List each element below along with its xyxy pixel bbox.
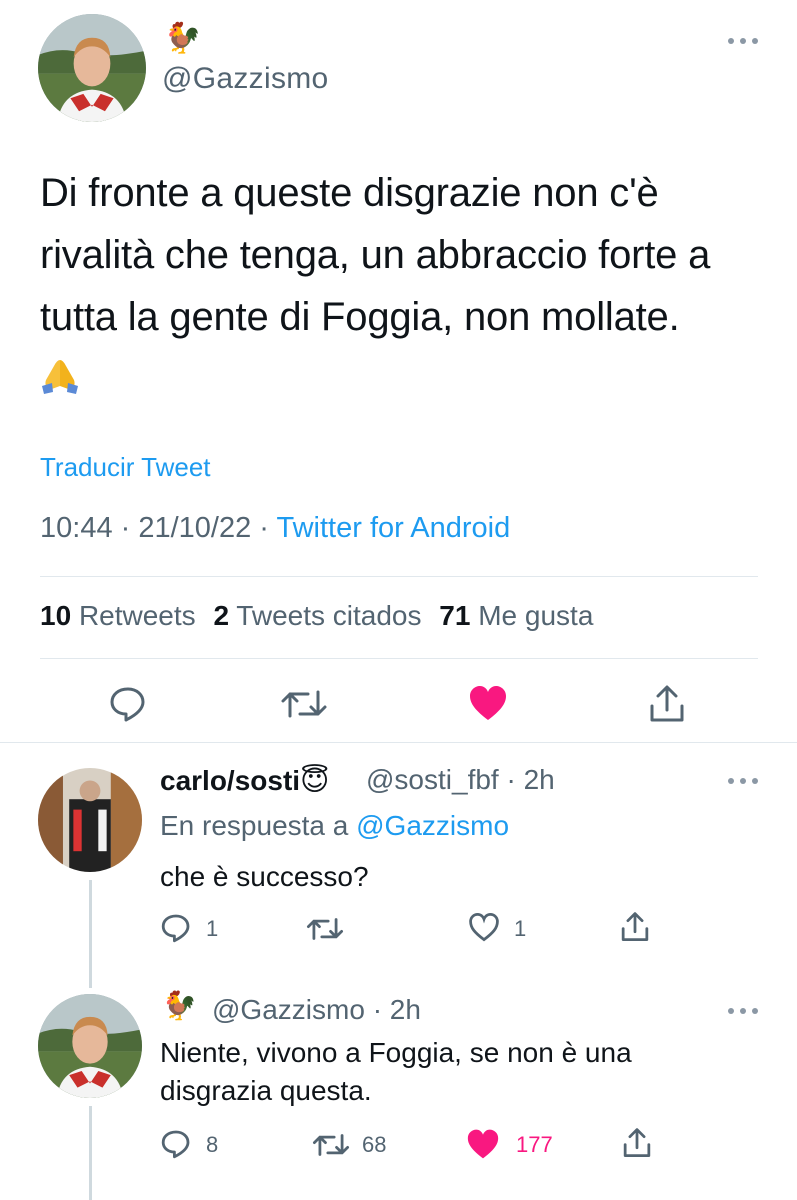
quotes-stat[interactable]: 2 Tweets citados bbox=[213, 600, 421, 631]
author-avatar[interactable] bbox=[38, 14, 146, 122]
reply-icon[interactable] bbox=[108, 684, 148, 724]
thread-connector bbox=[89, 1106, 92, 1200]
folded-hands-emoji-icon bbox=[42, 360, 78, 394]
reply-icon[interactable] bbox=[160, 912, 192, 944]
reply-avatar[interactable] bbox=[38, 994, 142, 1098]
meta-separator: · bbox=[112, 512, 139, 544]
retweets-stat[interactable]: 10 Retweets bbox=[40, 600, 196, 631]
rooster-emoji-icon: 🐓 bbox=[162, 990, 197, 1021]
reply-text: che è successo? bbox=[160, 861, 369, 892]
tweet-body: Di fronte a queste disgrazie non c'è riv… bbox=[40, 171, 711, 339]
share-icon[interactable] bbox=[620, 910, 650, 944]
reply-avatar[interactable] bbox=[38, 768, 142, 872]
likes-label: Me gusta bbox=[478, 600, 594, 631]
reply-time: · 2h bbox=[506, 764, 555, 795]
tweet-stats: 10 Retweets 2 Tweets citados 71 Me gusta bbox=[40, 600, 593, 632]
like-icon-filled[interactable] bbox=[468, 684, 508, 722]
like-icon-filled[interactable] bbox=[466, 1128, 500, 1160]
reply-handle-text[interactable]: @Gazzismo bbox=[212, 994, 365, 1025]
reply-author-name[interactable]: carlo/sosti😇 bbox=[160, 764, 329, 797]
retweet-icon[interactable] bbox=[280, 686, 328, 722]
more-options-icon[interactable] bbox=[728, 776, 758, 786]
replying-to: En respuesta a @Gazzismo bbox=[160, 810, 509, 842]
rooster-emoji-icon: 🐓 bbox=[164, 22, 202, 55]
share-icon[interactable] bbox=[622, 1126, 652, 1160]
retweet-count: 68 bbox=[362, 1132, 387, 1157]
reply-count: 8 bbox=[206, 1132, 219, 1157]
thread-connector bbox=[89, 880, 92, 988]
tweet-date: 21/10/22 bbox=[138, 512, 252, 544]
quotes-label: Tweets citados bbox=[236, 600, 422, 631]
reply-count: 1 bbox=[206, 916, 219, 941]
retweets-count: 10 bbox=[40, 600, 72, 631]
likes-count: 71 bbox=[439, 600, 471, 631]
retweets-label: Retweets bbox=[78, 600, 196, 631]
reply-author-handle: @sosti_fbf · 2h bbox=[366, 764, 555, 796]
reply-author-photo bbox=[38, 768, 142, 872]
likes-stat[interactable]: 71 Me gusta bbox=[439, 600, 593, 631]
divider bbox=[40, 658, 758, 659]
translate-tweet-link[interactable]: Traducir Tweet bbox=[40, 452, 211, 483]
like-count: 177 bbox=[516, 1132, 553, 1157]
reply-author-name-text: carlo/sosti bbox=[160, 765, 301, 796]
more-options-icon[interactable] bbox=[728, 1006, 758, 1016]
like-icon[interactable] bbox=[468, 912, 500, 942]
reply-author-handle: @Gazzismo · 2h bbox=[212, 994, 421, 1026]
tweet-text: Di fronte a queste disgrazie non c'è riv… bbox=[40, 162, 770, 396]
author-handle[interactable]: @Gazzismo bbox=[162, 62, 329, 96]
reply-author-photo bbox=[38, 994, 142, 1098]
tweet-source-link[interactable]: Twitter for Android bbox=[277, 512, 511, 544]
tweet-metadata: 10:44 · 21/10/22 · Twitter for Android bbox=[40, 512, 510, 545]
divider bbox=[40, 576, 758, 577]
more-options-icon[interactable] bbox=[728, 36, 758, 46]
replying-to-label: En respuesta a bbox=[160, 810, 349, 841]
replying-to-mention[interactable]: @Gazzismo bbox=[356, 810, 509, 841]
reply-handle-text[interactable]: @sosti_fbf bbox=[366, 764, 499, 795]
quotes-count: 2 bbox=[213, 600, 230, 631]
reply-time: · 2h bbox=[372, 994, 421, 1025]
retweet-icon[interactable] bbox=[306, 914, 344, 944]
share-icon[interactable] bbox=[648, 684, 686, 724]
like-count: 1 bbox=[514, 916, 527, 941]
author-photo bbox=[38, 14, 146, 122]
tweet-time: 10:44 bbox=[40, 512, 113, 544]
reply-icon[interactable] bbox=[160, 1128, 192, 1160]
reply-text: Niente, vivono a Foggia, se non è una di… bbox=[160, 1037, 632, 1106]
meta-separator: · bbox=[251, 512, 277, 544]
retweet-icon[interactable] bbox=[312, 1130, 350, 1160]
smiling-halo-emoji-icon: 😇 bbox=[300, 765, 330, 796]
divider bbox=[0, 742, 797, 743]
